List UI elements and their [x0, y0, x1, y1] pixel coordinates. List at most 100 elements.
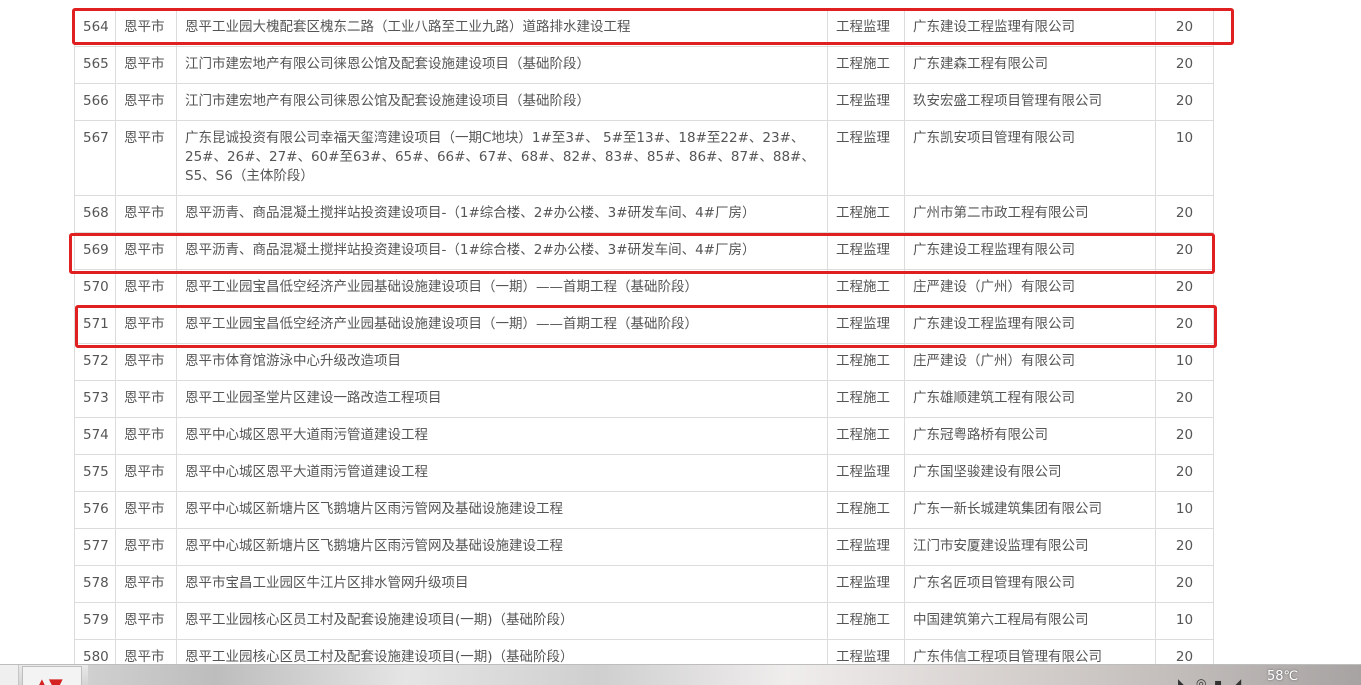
- row-project-name: 恩平中心城区新塘片区飞鹅塘片区雨污管网及基础设施建设工程: [176, 528, 828, 566]
- screenshot-page: 564 恩平市 恩平工业园大槐配套区槐东二路（工业八路至工业九路）道路排水建设工…: [0, 0, 1361, 685]
- row-company: 广东建设工程监理有限公司: [904, 306, 1156, 344]
- row-score: 10: [1155, 343, 1214, 381]
- row-work-type: 工程监理: [827, 120, 905, 196]
- project-table-body: 564 恩平市 恩平工业园大槐配套区槐东二路（工业八路至工业九路）道路排水建设工…: [74, 9, 1214, 677]
- row-score: 20: [1155, 9, 1214, 47]
- row-company: 江门市安厦建设监理有限公司: [904, 528, 1156, 566]
- row-work-type: 工程监理: [827, 232, 905, 270]
- row-company: 广东雄顺建筑工程有限公司: [904, 380, 1156, 418]
- table-row: 569 恩平市 恩平沥青、商品混凝土搅拌站投资建设项目-（1#综合楼、2#办公楼…: [74, 232, 1214, 270]
- tray-icon[interactable]: ▪: [1214, 677, 1222, 685]
- row-score: 20: [1155, 565, 1214, 603]
- row-score: 20: [1155, 269, 1214, 307]
- row-company: 广东国坚骏建设有限公司: [904, 454, 1156, 492]
- row-city: 恩平市: [115, 232, 177, 270]
- row-company: 广东一新长城建筑集团有限公司: [904, 491, 1156, 529]
- row-score: 10: [1155, 602, 1214, 640]
- row-company: 广州市第二市政工程有限公司: [904, 195, 1156, 233]
- row-score: 20: [1155, 46, 1214, 84]
- row-project-name: 江门市建宏地产有限公司徕恩公馆及配套设施建设项目（基础阶段）: [176, 83, 828, 121]
- row-city: 恩平市: [115, 83, 177, 121]
- row-project-name: 恩平中心城区新塘片区飞鹅塘片区雨污管网及基础设施建设工程: [176, 491, 828, 529]
- row-number: 567: [74, 120, 116, 196]
- project-table: 564 恩平市 恩平工业园大槐配套区槐东二路（工业八路至工业九路）道路排水建设工…: [74, 9, 1214, 677]
- row-project-name: 恩平工业园宝昌低空经济产业园基础设施建设项目（一期）——首期工程（基础阶段）: [176, 306, 828, 344]
- row-number: 566: [74, 83, 116, 121]
- row-city: 恩平市: [115, 343, 177, 381]
- row-number: 578: [74, 565, 116, 603]
- row-project-name: 恩平市宝昌工业园区牛江片区排水管网升级项目: [176, 565, 828, 603]
- table-row: 579 恩平市 恩平工业园核心区员工村及配套设施建设项目(一期)（基础阶段） 工…: [74, 602, 1214, 640]
- row-work-type: 工程施工: [827, 602, 905, 640]
- row-company: 广东建森工程有限公司: [904, 46, 1156, 84]
- row-number: 579: [74, 602, 116, 640]
- row-work-type: 工程监理: [827, 306, 905, 344]
- row-city: 恩平市: [115, 491, 177, 529]
- taskbar-app-button[interactable]: ▲▼: [22, 666, 82, 685]
- row-company: 中国建筑第六工程局有限公司: [904, 602, 1156, 640]
- row-company: 广东冠粤路桥有限公司: [904, 417, 1156, 455]
- row-number: 571: [74, 306, 116, 344]
- row-work-type: 工程施工: [827, 380, 905, 418]
- row-work-type: 工程监理: [827, 454, 905, 492]
- table-row: 576 恩平市 恩平中心城区新塘片区飞鹅塘片区雨污管网及基础设施建设工程 工程施…: [74, 491, 1214, 529]
- row-project-name: 恩平沥青、商品混凝土搅拌站投资建设项目-（1#综合楼、2#办公楼、3#研发车间、…: [176, 195, 828, 233]
- row-project-name: 恩平工业园圣堂片区建设一路改造工程项目: [176, 380, 828, 418]
- row-work-type: 工程施工: [827, 491, 905, 529]
- row-score: 20: [1155, 380, 1214, 418]
- row-score: 20: [1155, 528, 1214, 566]
- row-number: 574: [74, 417, 116, 455]
- row-number: 564: [74, 9, 116, 47]
- table-row: 577 恩平市 恩平中心城区新塘片区飞鹅塘片区雨污管网及基础设施建设工程 工程监…: [74, 528, 1214, 566]
- network-icon[interactable]: ◎: [1196, 677, 1206, 685]
- row-city: 恩平市: [115, 417, 177, 455]
- row-work-type: 工程监理: [827, 565, 905, 603]
- table-row: 574 恩平市 恩平中心城区恩平大道雨污管道建设工程 工程施工 广东冠粤路桥有限…: [74, 417, 1214, 455]
- table-row: 565 恩平市 江门市建宏地产有限公司徕恩公馆及配套设施建设项目（基础阶段） 工…: [74, 46, 1214, 84]
- row-score: 20: [1155, 454, 1214, 492]
- row-number: 577: [74, 528, 116, 566]
- row-number: 575: [74, 454, 116, 492]
- row-score: 20: [1155, 306, 1214, 344]
- row-city: 恩平市: [115, 269, 177, 307]
- volume-icon[interactable]: ◢: [1232, 677, 1241, 685]
- row-city: 恩平市: [115, 46, 177, 84]
- row-number: 573: [74, 380, 116, 418]
- table-row: 564 恩平市 恩平工业园大槐配套区槐东二路（工业八路至工业九路）道路排水建设工…: [74, 9, 1214, 47]
- row-number: 570: [74, 269, 116, 307]
- table-row: 571 恩平市 恩平工业园宝昌低空经济产业园基础设施建设项目（一期）——首期工程…: [74, 306, 1214, 344]
- row-company: 玖安宏盛工程项目管理有限公司: [904, 83, 1156, 121]
- row-work-type: 工程监理: [827, 528, 905, 566]
- row-score: 20: [1155, 417, 1214, 455]
- row-city: 恩平市: [115, 528, 177, 566]
- show-desktop-button[interactable]: [0, 665, 19, 685]
- app-logo-icon: ▲▼: [35, 677, 69, 685]
- row-company: 广东凯安项目管理有限公司: [904, 120, 1156, 196]
- row-company: 庄严建设（广州）有限公司: [904, 343, 1156, 381]
- row-city: 恩平市: [115, 602, 177, 640]
- tray-icon[interactable]: ◣: [1178, 677, 1187, 685]
- row-project-name: 恩平工业园宝昌低空经济产业园基础设施建设项目（一期）——首期工程（基础阶段）: [176, 269, 828, 307]
- table-row: 568 恩平市 恩平沥青、商品混凝土搅拌站投资建设项目-（1#综合楼、2#办公楼…: [74, 195, 1214, 233]
- row-number: 576: [74, 491, 116, 529]
- row-work-type: 工程监理: [827, 9, 905, 47]
- row-work-type: 工程施工: [827, 269, 905, 307]
- taskbar: ▲▼ ◣ ◎ ▪ ◢ 58℃: [0, 664, 1361, 685]
- row-city: 恩平市: [115, 380, 177, 418]
- table-row: 572 恩平市 恩平市体育馆游泳中心升级改造项目 工程施工 庄严建设（广州）有限…: [74, 343, 1214, 381]
- row-project-name: 恩平市体育馆游泳中心升级改造项目: [176, 343, 828, 381]
- row-number: 565: [74, 46, 116, 84]
- row-project-name: 恩平工业园大槐配套区槐东二路（工业八路至工业九路）道路排水建设工程: [176, 9, 828, 47]
- row-work-type: 工程监理: [827, 83, 905, 121]
- row-work-type: 工程施工: [827, 343, 905, 381]
- row-score: 10: [1155, 120, 1214, 196]
- row-score: 20: [1155, 83, 1214, 121]
- row-work-type: 工程施工: [827, 417, 905, 455]
- row-company: 庄严建设（广州）有限公司: [904, 269, 1156, 307]
- row-company: 广东建设工程监理有限公司: [904, 232, 1156, 270]
- row-city: 恩平市: [115, 195, 177, 233]
- row-project-name: 广东昆诚投资有限公司幸福天玺湾建设项目（一期C地块）1#至3#、 5#至13#、…: [176, 120, 828, 196]
- temperature-readout: 58℃: [1267, 669, 1299, 684]
- row-score: 10: [1155, 491, 1214, 529]
- row-city: 恩平市: [115, 9, 177, 47]
